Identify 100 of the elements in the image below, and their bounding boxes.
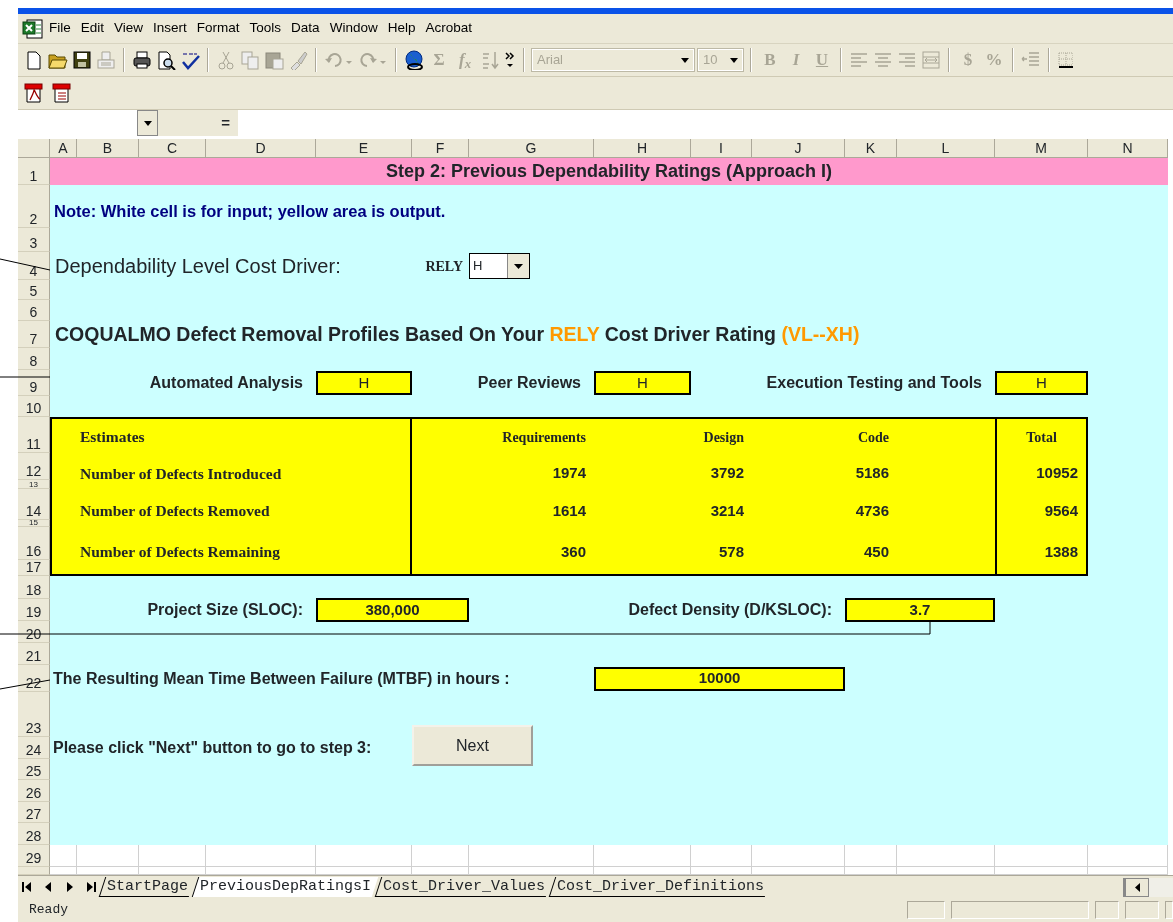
row-header[interactable]: 7 [18, 321, 50, 348]
defect-density-cell: 3.7 [845, 598, 995, 622]
scissors-icon[interactable] [216, 50, 236, 70]
menu-item[interactable]: Acrobat [420, 18, 477, 39]
column-header[interactable]: J [752, 139, 845, 158]
table-cell-text: 1974 [551, 463, 587, 484]
row-header[interactable]: 4 [18, 252, 50, 280]
pdf-document-icon[interactable] [52, 83, 72, 103]
table-cell: 1388 [995, 530, 1086, 574]
table-cell: Number of Defects Remaining [52, 530, 412, 574]
menu-item[interactable]: Data [286, 18, 325, 39]
row-header[interactable]: 10 [18, 396, 50, 417]
row-header[interactable]: 5 [18, 280, 50, 300]
row-header[interactable]: 29 [18, 845, 50, 867]
menu-item[interactable]: Insert [148, 18, 192, 39]
column-header[interactable]: K [845, 139, 897, 158]
column-header[interactable]: C [139, 139, 206, 158]
first-sheet-icon[interactable] [21, 880, 33, 894]
row-header[interactable]: 2 [18, 185, 50, 228]
column-header[interactable]: D [206, 139, 316, 158]
column-header[interactable]: M [995, 139, 1088, 158]
scroll-left-button[interactable] [1125, 877, 1149, 897]
caret-icon [681, 57, 689, 63]
row-header[interactable]: 12 [18, 453, 50, 480]
align-left-icon[interactable] [849, 50, 869, 70]
last-sheet-icon[interactable] [84, 880, 96, 894]
align-right-icon[interactable] [897, 50, 917, 70]
table-cell: 10952 [995, 455, 1086, 492]
pages-icon[interactable] [240, 50, 260, 70]
row-header[interactable]: 25 [18, 759, 50, 780]
column-header[interactable]: I [691, 139, 752, 158]
checkmark-icon[interactable] [180, 50, 200, 70]
status-panel [1125, 901, 1159, 919]
menu-item[interactable]: Help [382, 18, 421, 39]
row-header[interactable]: 27 [18, 802, 50, 823]
merge-cells-icon[interactable] [921, 50, 941, 70]
column-header[interactable]: G [469, 139, 594, 158]
clipboard-icon[interactable] [264, 50, 284, 70]
row-header[interactable]: 9 [18, 370, 50, 396]
defect-density-label: Defect Density (D/KSLOC): [628, 600, 832, 620]
sheet-title: Step 2: Previous Dependability Ratings (Approach I) [50, 158, 1168, 185]
menu-item[interactable]: View [109, 18, 149, 39]
chevron-icon[interactable] [504, 50, 516, 70]
column-header[interactable]: N [1088, 139, 1168, 158]
status-panel [907, 901, 945, 919]
column-header: Design [702, 428, 745, 447]
profile-label: Execution Testing and Tools [766, 373, 982, 393]
table-cell-text: 3214 [709, 500, 745, 521]
row-header[interactable]: 1 [18, 158, 50, 185]
row-header[interactable]: 6 [18, 300, 50, 321]
menu-item[interactable]: Tools [244, 18, 287, 39]
printer-icon[interactable] [132, 50, 152, 70]
menu-item[interactable]: Window [324, 18, 383, 39]
row-header[interactable]: 23 [18, 692, 50, 737]
align-center-icon[interactable] [873, 50, 893, 70]
row-header[interactable]: 16 [18, 527, 50, 560]
row-header[interactable]: 21 [18, 643, 50, 665]
globe-icon[interactable] [404, 50, 424, 70]
column-header[interactable]: L [897, 139, 995, 158]
spreadsheet-icon[interactable] [22, 17, 44, 40]
row-header[interactable]: 28 [18, 823, 50, 845]
menu-item[interactable]: File [44, 18, 76, 39]
formula-equals: = [220, 112, 231, 133]
document-icon[interactable] [24, 50, 44, 70]
brush-icon[interactable] [288, 50, 308, 70]
column-header[interactable]: H [594, 139, 691, 158]
row-header[interactable]: 3 [18, 228, 50, 252]
row-header[interactable]: 17 [18, 560, 50, 576]
menu-item[interactable]: Format [191, 18, 245, 39]
formula-field[interactable] [238, 110, 1173, 136]
row-header[interactable]: 19 [18, 599, 50, 621]
redo-icon[interactable] [358, 50, 388, 70]
row-header[interactable]: 8 [18, 348, 50, 370]
menu-item[interactable]: Edit [75, 18, 110, 39]
rely-dropdown[interactable]: H [469, 253, 530, 279]
row-header[interactable]: 14 [18, 489, 50, 520]
name-box-dropdown[interactable] [137, 110, 158, 136]
column-header: Total [995, 419, 1086, 455]
pdf-document-icon[interactable] [24, 83, 44, 103]
row-header[interactable] [18, 867, 50, 875]
next-button[interactable]: Next [412, 725, 533, 766]
column-header: Code [856, 428, 890, 447]
row-header[interactable]: 24 [18, 737, 50, 759]
status-text: Ready [29, 901, 68, 920]
table-cell: Number of Defects Removed [52, 492, 412, 530]
document-magnifier-icon[interactable] [156, 50, 176, 70]
output-cell: H [594, 371, 691, 395]
column-header[interactable]: B [77, 139, 139, 158]
select-all-button[interactable] [18, 139, 50, 158]
row-header[interactable]: 26 [18, 780, 50, 802]
borders-icon[interactable] [1057, 50, 1073, 70]
driver-label: Dependability Level Cost Driver: [54, 254, 342, 279]
column-header[interactable]: E [316, 139, 412, 158]
column-header[interactable]: F [412, 139, 469, 158]
sheet-tab[interactable]: PreviousDepRatingsI [191, 877, 379, 897]
row-header[interactable]: 18 [18, 576, 50, 599]
table-cell: Number of Defects Introduced [52, 455, 412, 492]
column-header[interactable]: A [50, 139, 77, 158]
row-header[interactable]: 11 [18, 417, 50, 453]
undo-icon[interactable] [324, 50, 354, 70]
